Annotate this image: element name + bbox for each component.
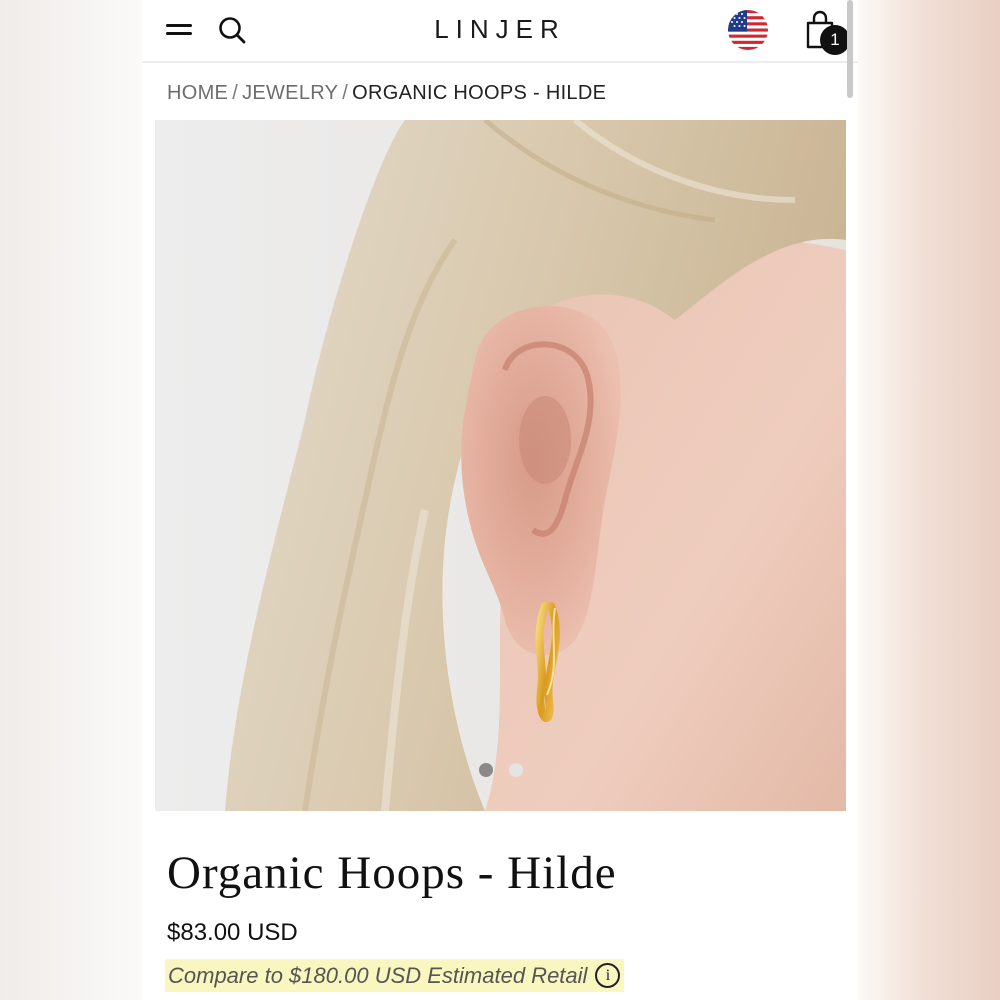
breadcrumb: HOME / JEWELRY / ORGANIC HOOPS - HILDE bbox=[167, 82, 606, 105]
carousel-dot-1[interactable] bbox=[479, 763, 493, 777]
info-icon[interactable]: i bbox=[595, 963, 621, 988]
breadcrumb-separator: / bbox=[342, 82, 349, 104]
menu-icon[interactable] bbox=[166, 21, 194, 39]
product-image[interactable] bbox=[155, 120, 846, 811]
carousel-dot-2[interactable] bbox=[509, 763, 523, 777]
search-icon[interactable] bbox=[217, 15, 249, 47]
product-price: $83.00 USD bbox=[167, 919, 298, 946]
page-scrollbar[interactable] bbox=[847, 0, 853, 98]
breadcrumb-current: ORGANIC HOOPS - HILDE bbox=[352, 82, 607, 104]
compare-price-text: Compare to $180.00 USD Estimated Retail bbox=[168, 963, 588, 988]
product-title: Organic Hoops - Hilde bbox=[167, 847, 617, 899]
breadcrumb-separator: / bbox=[232, 82, 239, 104]
brand-logo[interactable]: LINJER bbox=[400, 14, 600, 45]
product-photo bbox=[155, 120, 846, 811]
product-page: LINJER 1 HOME / JEWELRY / ORGANIC HOOPS … bbox=[142, 0, 858, 1000]
breadcrumb-home-link[interactable]: HOME bbox=[167, 82, 228, 104]
cart-count-badge[interactable]: 1 bbox=[820, 25, 850, 55]
breadcrumb-jewelry-link[interactable]: JEWELRY bbox=[242, 82, 338, 104]
compare-price-note: Compare to $180.00 USD Estimated Retail … bbox=[165, 959, 625, 992]
site-header: LINJER 1 bbox=[142, 0, 858, 63]
us-flag-icon[interactable] bbox=[728, 10, 768, 50]
